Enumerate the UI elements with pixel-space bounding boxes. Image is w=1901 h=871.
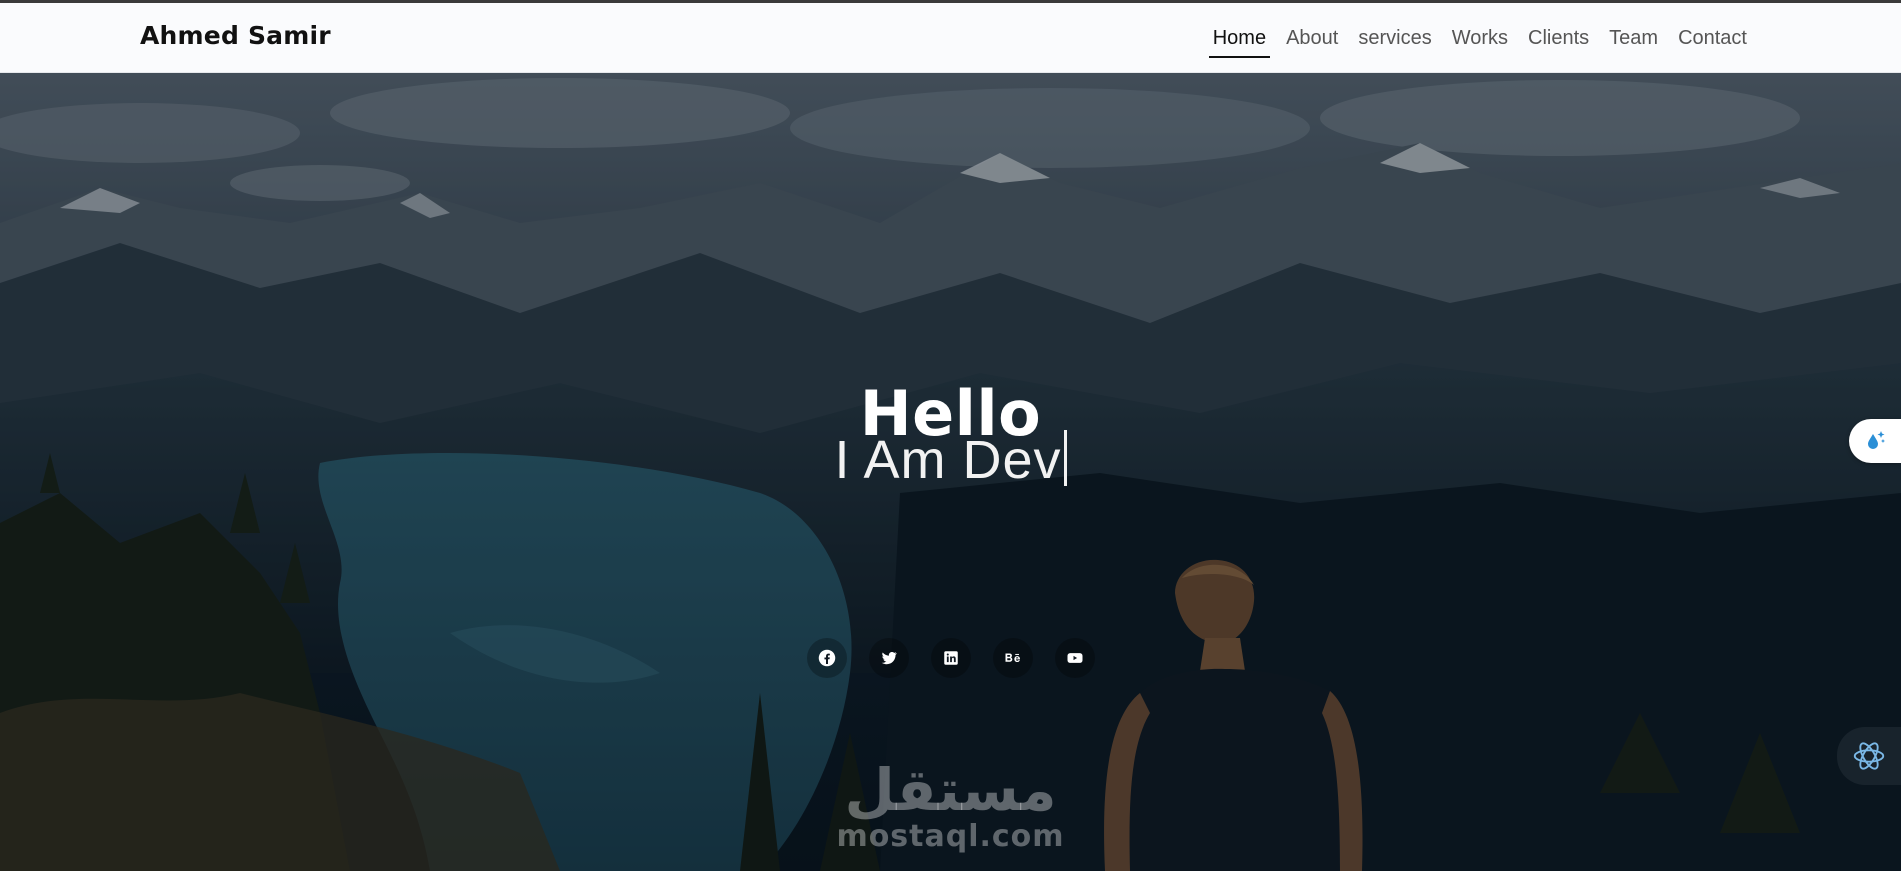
typing-caret (1063, 430, 1067, 486)
water-drop-sparkle-icon (1868, 431, 1885, 449)
facebook-icon[interactable] (806, 638, 847, 678)
mostaql-watermark: مستقل mostaql.com (0, 760, 1901, 854)
watermark-arabic: مستقل (844, 756, 1057, 824)
youtube-icon[interactable] (1054, 638, 1095, 678)
watermark-latin: mostaql.com (836, 819, 1065, 854)
hero-section: Hello I Am Dev (0, 73, 1901, 871)
social-links (0, 638, 1901, 678)
nav-about[interactable]: About (1282, 25, 1342, 58)
behance-icon[interactable] (992, 638, 1033, 678)
hero-typed-subtitle: I Am Dev (0, 429, 1901, 491)
nav-home[interactable]: Home (1208, 25, 1271, 58)
nav-clients[interactable]: Clients (1524, 25, 1593, 58)
nav-services[interactable]: services (1354, 25, 1435, 58)
navbar: Ahmed Samir Home About services Works Cl… (0, 3, 1901, 73)
linkedin-icon[interactable] (930, 638, 971, 678)
typed-text: I Am Dev (834, 430, 1062, 490)
main-nav: Home About services Works Clients Team C… (1197, 25, 1751, 58)
brand-logo[interactable]: Ahmed Samir (140, 21, 331, 50)
accessibility-widget-button[interactable] (1849, 419, 1901, 463)
nav-contact[interactable]: Contact (1674, 25, 1751, 58)
nav-works[interactable]: Works (1448, 25, 1512, 58)
twitter-icon[interactable] (868, 638, 909, 678)
nav-team[interactable]: Team (1605, 25, 1662, 58)
